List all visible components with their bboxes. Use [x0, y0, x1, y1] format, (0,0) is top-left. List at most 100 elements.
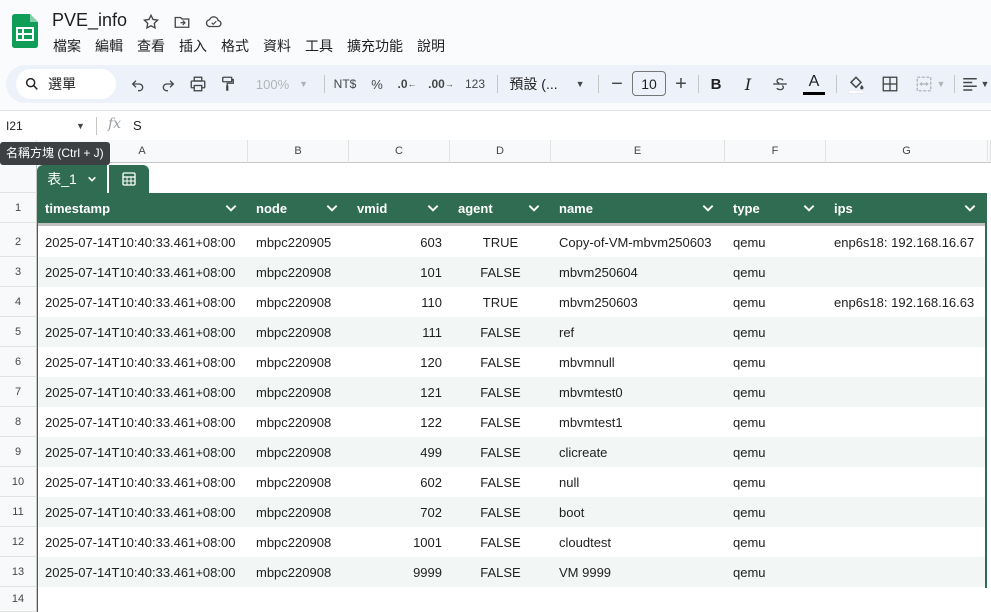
name-box[interactable]: I21 ▼: [0, 115, 90, 137]
cell-timestamp[interactable]: 2025-07-14T10:40:33.461+08:00: [37, 287, 248, 317]
chevron-down-icon[interactable]: [963, 201, 977, 215]
cell-type[interactable]: qemu: [725, 377, 826, 407]
cell-vmid[interactable]: 121: [349, 377, 450, 407]
cell-agent[interactable]: FALSE: [450, 257, 551, 287]
column-header-d[interactable]: D: [450, 140, 551, 163]
chevron-down-icon[interactable]: [701, 201, 715, 215]
cell-name[interactable]: clicreate: [551, 437, 725, 467]
cell-agent[interactable]: TRUE: [450, 227, 551, 257]
chevron-down-icon[interactable]: [325, 201, 339, 215]
row-header-8[interactable]: 8: [0, 407, 37, 437]
cell-type[interactable]: qemu: [725, 437, 826, 467]
cell-ips[interactable]: [826, 437, 987, 467]
zoom-select[interactable]: 100% ▼: [246, 65, 318, 103]
cell-ips[interactable]: [826, 347, 987, 377]
cell-type[interactable]: qemu: [725, 527, 826, 557]
chevron-down-icon[interactable]: [426, 201, 440, 215]
cell-ips[interactable]: [826, 467, 987, 497]
cell-name[interactable]: mbvm250603: [551, 287, 725, 317]
cell-agent[interactable]: FALSE: [450, 497, 551, 527]
font-size-increase-button[interactable]: +: [670, 65, 692, 103]
merge-cells-button[interactable]: ▼: [908, 65, 952, 103]
cell-ips[interactable]: enp6s18: 192.168.16.67: [826, 227, 987, 257]
cell-node[interactable]: mbpc220905: [248, 227, 349, 257]
cell-name[interactable]: cloudtest: [551, 527, 725, 557]
increase-decimal-button[interactable]: .00 →: [426, 65, 456, 103]
text-color-button[interactable]: A: [800, 65, 828, 103]
column-header-g[interactable]: G: [826, 140, 988, 163]
cell-name[interactable]: VM 9999: [551, 557, 725, 587]
column-header-e[interactable]: E: [551, 140, 725, 163]
cell-ips[interactable]: [826, 257, 987, 287]
cell-ips[interactable]: enp6s18: 192.168.16.63: [826, 287, 987, 317]
table-name-button[interactable]: 表_1: [37, 165, 107, 193]
row-header-5[interactable]: 5: [0, 317, 37, 347]
cell-vmid[interactable]: 122: [349, 407, 450, 437]
strikethrough-icon[interactable]: [768, 65, 792, 103]
cell-timestamp[interactable]: 2025-07-14T10:40:33.461+08:00: [37, 317, 248, 347]
print-icon[interactable]: [184, 65, 212, 103]
row-header-7[interactable]: 7: [0, 377, 37, 407]
cell-timestamp[interactable]: 2025-07-14T10:40:33.461+08:00: [37, 347, 248, 377]
menu-search-button[interactable]: 選單: [16, 69, 116, 99]
cell-type[interactable]: qemu: [725, 347, 826, 377]
cell-timestamp[interactable]: 2025-07-14T10:40:33.461+08:00: [37, 497, 248, 527]
menu-tools[interactable]: 工具: [298, 36, 340, 56]
column-header-c[interactable]: C: [349, 140, 450, 163]
cell-agent[interactable]: FALSE: [450, 527, 551, 557]
cell-vmid[interactable]: 9999: [349, 557, 450, 587]
header-timestamp[interactable]: timestamp: [37, 193, 248, 223]
cell-ips[interactable]: [826, 377, 987, 407]
menu-help[interactable]: 說明: [410, 36, 452, 56]
cell-vmid[interactable]: 602: [349, 467, 450, 497]
cell-agent[interactable]: FALSE: [450, 407, 551, 437]
header-agent[interactable]: agent: [450, 193, 551, 223]
cell-ips[interactable]: [826, 557, 987, 587]
sheets-logo-icon[interactable]: [12, 14, 38, 48]
cell-vmid[interactable]: 120: [349, 347, 450, 377]
cell-ips[interactable]: [826, 527, 987, 557]
undo-icon[interactable]: [124, 65, 152, 103]
cell-vmid[interactable]: 702: [349, 497, 450, 527]
cell-vmid[interactable]: 111: [349, 317, 450, 347]
font-select[interactable]: 預設 (... ▼: [504, 65, 590, 103]
borders-icon[interactable]: [876, 65, 904, 103]
cell-node[interactable]: mbpc220908: [248, 377, 349, 407]
cell-node[interactable]: mbpc220908: [248, 557, 349, 587]
menu-file[interactable]: 檔案: [46, 36, 88, 56]
menu-view[interactable]: 查看: [130, 36, 172, 56]
cell-node[interactable]: mbpc220908: [248, 407, 349, 437]
cell-name[interactable]: ref: [551, 317, 725, 347]
cell-agent[interactable]: FALSE: [450, 557, 551, 587]
cell-timestamp[interactable]: 2025-07-14T10:40:33.461+08:00: [37, 407, 248, 437]
header-type[interactable]: type: [725, 193, 826, 223]
cell-type[interactable]: qemu: [725, 227, 826, 257]
menu-edit[interactable]: 編輯: [88, 36, 130, 56]
cell-name[interactable]: mbvm250604: [551, 257, 725, 287]
italic-button[interactable]: I: [736, 65, 760, 103]
cell-vmid[interactable]: 1001: [349, 527, 450, 557]
chevron-down-icon[interactable]: [224, 201, 238, 215]
decrease-decimal-button[interactable]: .0 ←: [394, 65, 420, 103]
cell-agent[interactable]: TRUE: [450, 287, 551, 317]
cell-name[interactable]: boot: [551, 497, 725, 527]
cell-ips[interactable]: [826, 407, 987, 437]
cell-timestamp[interactable]: 2025-07-14T10:40:33.461+08:00: [37, 557, 248, 587]
menu-format[interactable]: 格式: [214, 36, 256, 56]
currency-format-button[interactable]: NT$: [330, 65, 360, 103]
cell-name[interactable]: mbvmnull: [551, 347, 725, 377]
bold-button[interactable]: B: [704, 65, 728, 103]
row-header-10[interactable]: 10: [0, 467, 37, 497]
cell-type[interactable]: qemu: [725, 407, 826, 437]
menu-extensions[interactable]: 擴充功能: [340, 36, 410, 56]
formula-input[interactable]: S: [133, 118, 142, 133]
cell-vmid[interactable]: 499: [349, 437, 450, 467]
chevron-down-icon[interactable]: [527, 201, 541, 215]
cell-node[interactable]: mbpc220908: [248, 347, 349, 377]
font-size-input[interactable]: 10: [632, 71, 666, 96]
menu-insert[interactable]: 插入: [172, 36, 214, 56]
cell-timestamp[interactable]: 2025-07-14T10:40:33.461+08:00: [37, 527, 248, 557]
cell-agent[interactable]: FALSE: [450, 317, 551, 347]
cell-type[interactable]: qemu: [725, 317, 826, 347]
cell-ips[interactable]: [826, 497, 987, 527]
